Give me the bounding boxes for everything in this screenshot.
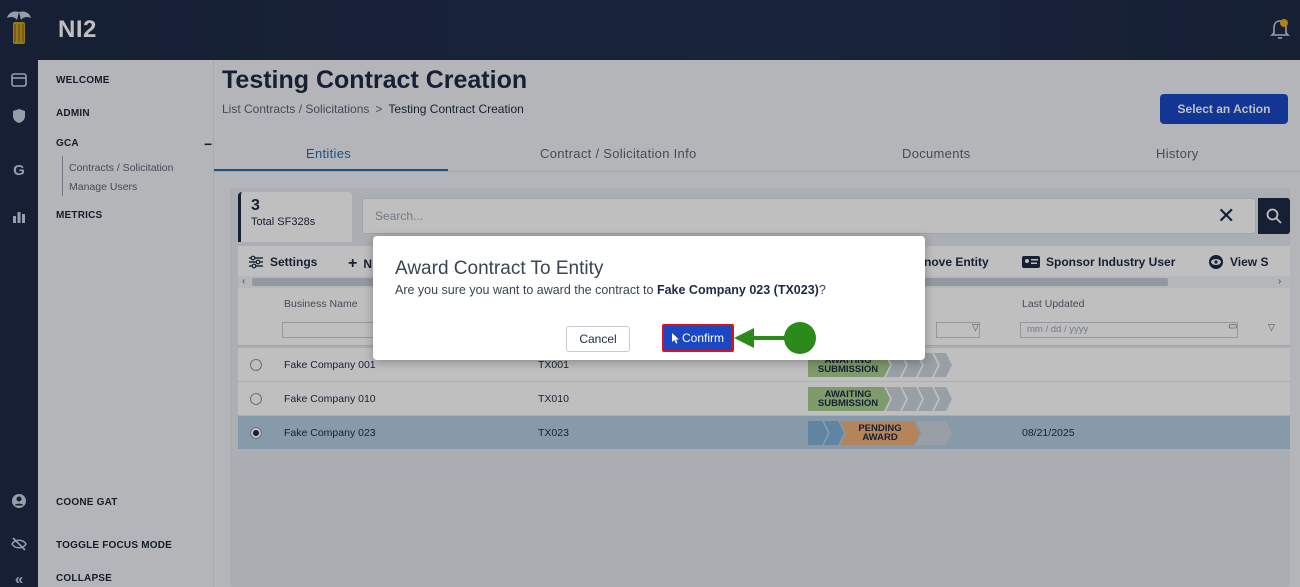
award-contract-dialog: Award Contract To Entity Are you sure yo… [373,236,925,360]
cancel-button[interactable]: Cancel [566,326,630,352]
mouse-cursor-icon [671,332,679,343]
confirm-button[interactable]: Confirm [662,324,734,352]
dialog-message-text: Are you sure you want to award the contr… [395,283,657,297]
confirm-label: Confirm [681,331,724,345]
annotation-arrow-icon [734,322,816,354]
dialog-message-end: ? [818,283,826,297]
dialog-message: Are you sure you want to award the contr… [395,283,826,297]
dialog-entity-name: Fake Company 023 (TX023) [656,283,819,297]
dialog-title: Award Contract To Entity [395,258,604,279]
